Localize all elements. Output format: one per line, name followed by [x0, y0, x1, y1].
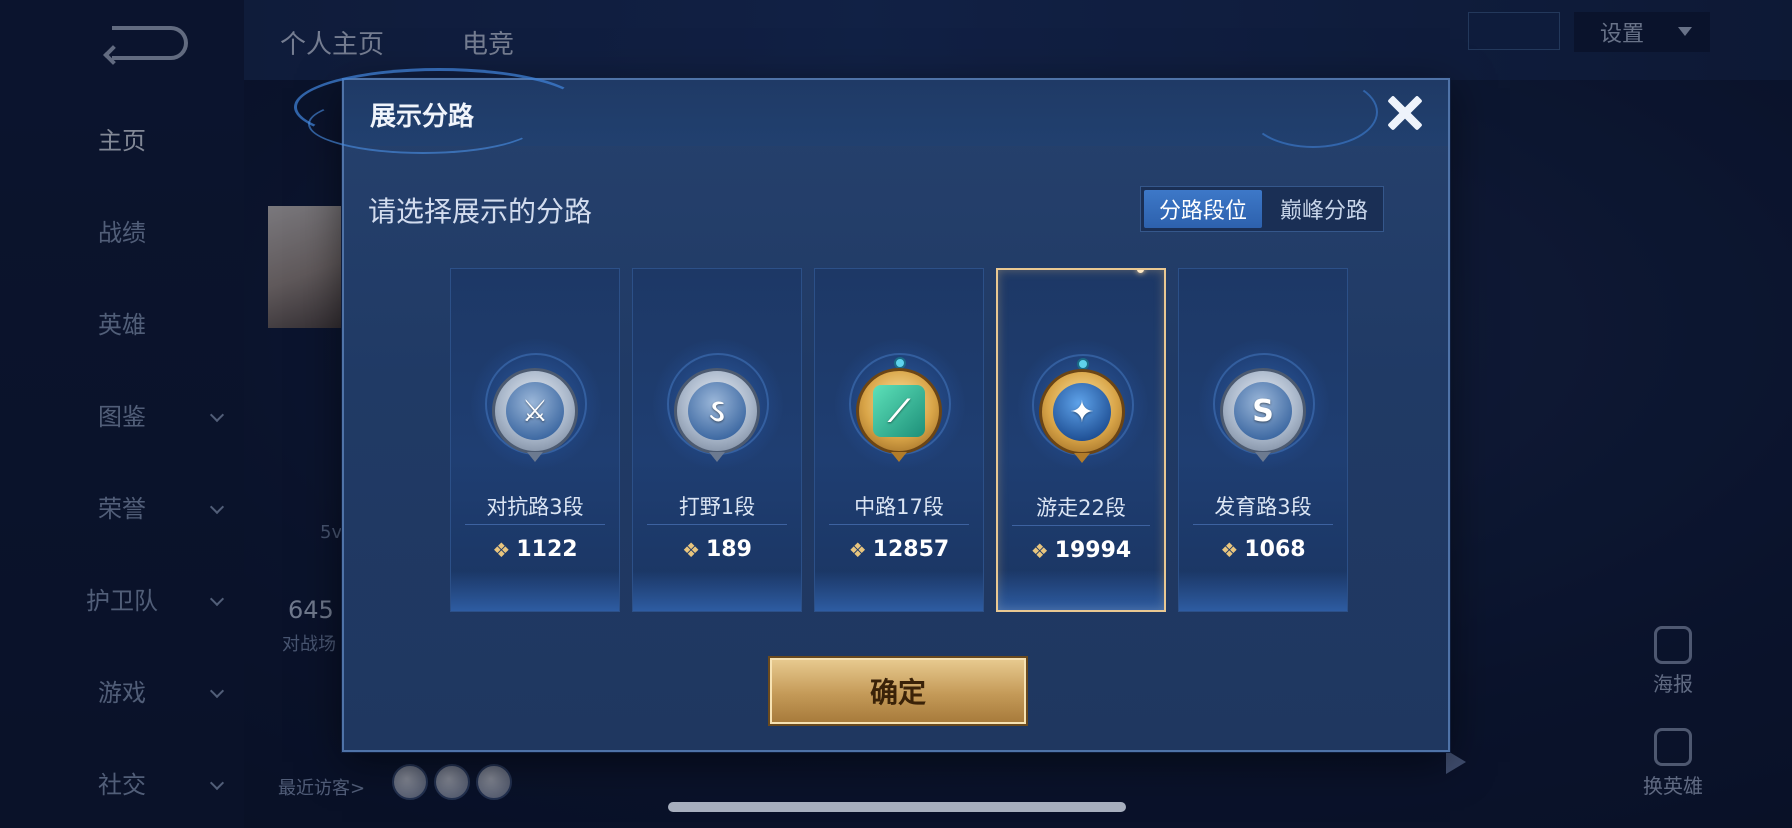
rank-badge: S — [1220, 368, 1306, 454]
badge-tip — [1074, 453, 1090, 463]
dialog-title: 展示分路 — [370, 102, 475, 132]
score-value: 189 — [706, 537, 752, 562]
badge-tip — [709, 452, 725, 462]
lane-score: ❖ 1122 — [451, 537, 619, 562]
winged-roam-icon: ✦ — [1053, 383, 1111, 441]
card-glow — [815, 571, 983, 611]
divider — [1193, 524, 1333, 525]
lane-rank-title: 游走22段 — [1036, 496, 1126, 520]
score-value: 1122 — [516, 537, 578, 562]
lane-score: ❖ 19994 — [998, 538, 1164, 563]
lane-rank-title: 打野1段 — [678, 495, 756, 519]
badge-tip — [527, 452, 543, 462]
lane-type-toggle: 分路段位 巅峰分路 — [1140, 186, 1384, 232]
lane-card-top[interactable]: ⚔ 对抗路3段 ❖ 1122 — [450, 268, 620, 612]
bottom-lane-icon: S — [1234, 382, 1292, 440]
lane-score: ❖ 1068 — [1179, 537, 1347, 562]
score-icon: ❖ — [1030, 538, 1049, 563]
divider — [829, 524, 969, 525]
divider — [1012, 525, 1150, 526]
divider — [647, 524, 787, 525]
lane-card-jungle[interactable]: ઽ 打野1段 ❖ 189 — [632, 268, 802, 612]
divider — [465, 524, 605, 525]
rank-badge: ⚔ — [492, 368, 578, 454]
lane-rank-title: 中路17段 — [854, 495, 944, 519]
cloud-decoration — [1248, 76, 1378, 148]
score-icon: ❖ — [1220, 537, 1239, 562]
lane-display-dialog: 展示分路 请选择展示的分路 分路段位 巅峰分路 ⚔ 对抗路3段 ❖ 1122 ઽ… — [294, 68, 1450, 752]
score-icon: ❖ — [682, 537, 700, 562]
score-icon: ❖ — [848, 537, 867, 562]
lane-card-list: ⚔ 对抗路3段 ❖ 1122 ઽ 打野1段 ❖ 189 ⟋ 中路17段 ❖ 12… — [450, 268, 1348, 612]
score-icon: ❖ — [492, 537, 511, 562]
toggle-lane-rank[interactable]: 分路段位 — [1144, 190, 1262, 228]
lane-card-roam[interactable]: ✦ 游走22段 ❖ 19994 — [996, 268, 1166, 612]
card-glow — [451, 571, 619, 611]
badge-tip — [891, 452, 907, 462]
lane-rank-title: 对抗路3段 — [486, 495, 584, 519]
dragon-icon: ઽ — [688, 382, 746, 440]
dialog-header: 展示分路 — [294, 68, 1448, 154]
rank-badge: ઽ — [674, 368, 760, 454]
dialog-subtitle: 请选择展示的分路 — [368, 195, 593, 228]
rank-badge: ⟋ — [856, 368, 942, 454]
lane-score: ❖ 189 — [633, 537, 801, 562]
crossed-swords-icon: ⚔ — [506, 382, 564, 440]
card-glow — [1179, 571, 1347, 611]
score-value: 12857 — [872, 537, 950, 562]
card-glow — [998, 570, 1164, 610]
toggle-peak-lane[interactable]: 巅峰分路 — [1265, 187, 1383, 231]
lane-card-mid[interactable]: ⟋ 中路17段 ❖ 12857 — [814, 268, 984, 612]
close-icon[interactable] — [1380, 88, 1430, 138]
lane-rank-title: 发育路3段 — [1214, 495, 1312, 519]
rank-badge: ✦ — [1039, 369, 1125, 455]
confirm-button[interactable]: 确定 — [770, 658, 1026, 724]
home-indicator[interactable] — [668, 802, 1126, 812]
lane-card-bottom[interactable]: S 发育路3段 ❖ 1068 — [1178, 268, 1348, 612]
lane-score: ❖ 12857 — [815, 537, 983, 562]
score-value: 19994 — [1054, 538, 1132, 563]
badge-tip — [1255, 452, 1271, 462]
mid-lane-icon: ⟋ — [873, 385, 925, 437]
score-value: 1068 — [1244, 537, 1306, 562]
card-glow — [633, 571, 801, 611]
